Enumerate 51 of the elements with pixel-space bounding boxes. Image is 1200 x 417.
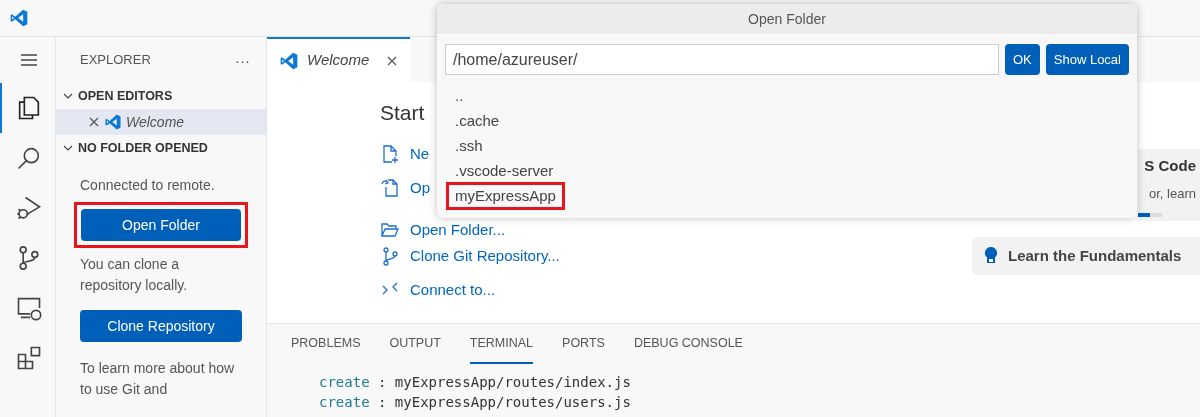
terminal-line: create : myExpressApp/routes/index.js bbox=[319, 373, 632, 392]
open-editor-item[interactable]: Welcome bbox=[56, 109, 266, 135]
vscode-logo-icon bbox=[9, 8, 29, 28]
panel-tab[interactable]: TERMINAL bbox=[469, 324, 534, 364]
folder-entry[interactable]: myExpressApp bbox=[446, 181, 565, 210]
new-file-icon bbox=[380, 144, 400, 164]
close-icon[interactable] bbox=[88, 116, 100, 128]
fundamentals-label: Learn the Fundamentals bbox=[1008, 245, 1182, 266]
panel-tab[interactable]: PORTS bbox=[562, 324, 605, 364]
remote-status-text: Connected to remote. bbox=[80, 176, 216, 195]
folder-entry[interactable]: .vscode-server bbox=[449, 159, 560, 182]
folder-entry[interactable]: .. bbox=[449, 84, 470, 107]
branch-icon bbox=[380, 246, 400, 266]
fundamentals-card[interactable]: Learn the Fundamentals bbox=[972, 237, 1200, 275]
clone-repository-button[interactable]: Clone Repository bbox=[80, 310, 242, 342]
start-link[interactable]: Ne bbox=[410, 142, 430, 166]
start-link[interactable]: Clone Git Repository... bbox=[410, 244, 560, 268]
terminal-line: create : myExpressApp/routes/users.js bbox=[319, 393, 632, 412]
folder-entry[interactable]: .cache bbox=[449, 109, 506, 132]
folder-icon bbox=[380, 220, 400, 240]
close-icon[interactable] bbox=[386, 54, 398, 67]
start-link[interactable]: Op bbox=[410, 176, 430, 200]
walkthrough-title: S Code bbox=[1144, 156, 1196, 176]
vscode-logo-icon bbox=[104, 113, 122, 131]
start-link[interactable]: Connect to... bbox=[410, 278, 496, 302]
walkthrough-card[interactable]: S Code or, learn bbox=[1138, 149, 1200, 221]
ok-button[interactable]: OK bbox=[1004, 44, 1040, 75]
path-input[interactable]: /home/azureuser/ bbox=[445, 44, 999, 75]
panel-tab[interactable]: DEBUG CONSOLE bbox=[633, 324, 743, 364]
start-heading: Start bbox=[380, 100, 425, 126]
git-help-text: To learn more about how to use Git and bbox=[80, 359, 236, 399]
show-local-button[interactable]: Show Local bbox=[1045, 44, 1129, 75]
more-actions-button[interactable]: ··· bbox=[235, 52, 250, 68]
panel-tab[interactable]: OUTPUT bbox=[389, 324, 441, 364]
start-link[interactable]: Open Folder... bbox=[410, 218, 506, 242]
run-debug-icon[interactable] bbox=[14, 194, 43, 222]
lightbulb-icon bbox=[984, 246, 998, 266]
section-header[interactable]: OPEN EDITORS bbox=[78, 86, 173, 106]
tab-label: Welcome bbox=[307, 50, 370, 71]
open-folder-button[interactable]: Open Folder bbox=[81, 209, 241, 241]
open-file-icon bbox=[380, 178, 400, 198]
clone-hint-text: You can clone a repository locally. bbox=[80, 255, 189, 295]
section-header[interactable]: NO FOLDER OPENED bbox=[78, 138, 208, 158]
folder-entry[interactable]: .ssh bbox=[449, 134, 489, 157]
walkthrough-text: or, learn bbox=[1149, 184, 1196, 203]
sidebar-title: EXPLORER bbox=[80, 51, 151, 70]
panel-tab[interactable]: PROBLEMS bbox=[291, 324, 361, 364]
dialog-title: Open Folder bbox=[748, 9, 826, 29]
editor-tab[interactable]: Welcome bbox=[267, 37, 410, 82]
vscode-logo-icon bbox=[279, 50, 299, 71]
editor-label: Welcome bbox=[126, 112, 185, 132]
